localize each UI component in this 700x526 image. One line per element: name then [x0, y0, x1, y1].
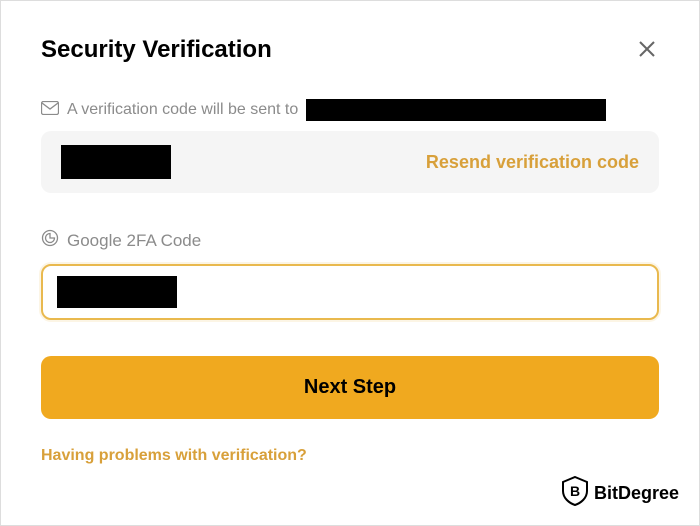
resend-code-link[interactable]: Resend verification code: [426, 152, 639, 173]
mail-icon: [41, 101, 59, 120]
redacted-2fa-value: [57, 276, 177, 308]
close-icon: [639, 37, 655, 62]
problems-link[interactable]: Having problems with verification?: [41, 447, 659, 465]
svg-text:B: B: [570, 483, 580, 499]
dialog-header: Security Verification: [41, 33, 659, 67]
google-2fa-input[interactable]: [41, 264, 659, 320]
email-sent-label: A verification code will be sent to: [67, 101, 298, 119]
google-icon: [41, 229, 59, 252]
watermark: B BitDegree: [562, 476, 679, 511]
shield-icon: B: [562, 476, 588, 511]
redacted-email: [306, 99, 606, 121]
watermark-brand: BitDegree: [594, 483, 679, 504]
google-2fa-label-row: Google 2FA Code: [41, 229, 659, 252]
email-sent-row: A verification code will be sent to: [41, 99, 659, 121]
dialog-title: Security Verification: [41, 36, 272, 64]
google-2fa-label: Google 2FA Code: [67, 231, 201, 251]
close-button[interactable]: [635, 33, 659, 67]
email-code-field[interactable]: Resend verification code: [41, 131, 659, 193]
redacted-email-code-value: [61, 145, 171, 179]
security-verification-dialog: Security Verification A verification cod…: [1, 1, 699, 493]
next-step-button[interactable]: Next Step: [41, 356, 659, 419]
